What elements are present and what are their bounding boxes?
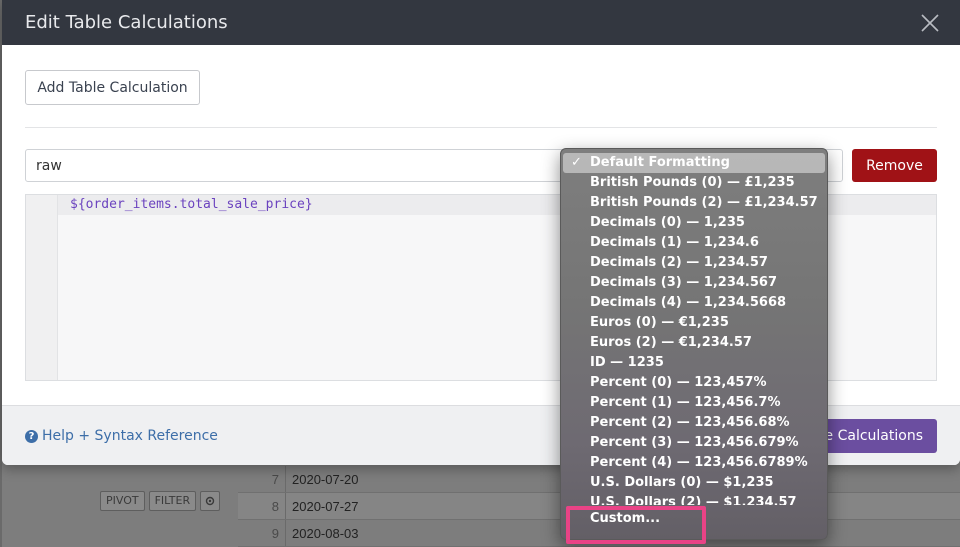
menu-item-label: Default Formatting <box>590 155 730 170</box>
menu-item-euros-0[interactable]: Euros (0) — €1,235 <box>561 313 827 333</box>
menu-item-id[interactable]: ID — 1235 <box>561 353 827 373</box>
menu-item-percent-1[interactable]: Percent (1) — 123,456.7% <box>561 393 827 413</box>
menu-item-us-dollars-2[interactable]: U.S. Dollars (2) — $1,234.57 <box>561 493 827 505</box>
modal-header: Edit Table Calculations <box>2 0 960 45</box>
date-cell: 2020-08-03 <box>292 525 359 541</box>
expression-text[interactable]: ${order_items.total_sale_price} <box>70 197 313 212</box>
menu-item-decimals-2[interactable]: Decimals (2) — 1,234.57 <box>561 253 827 273</box>
help-link-label: Help + Syntax Reference <box>42 428 218 444</box>
filter-chip[interactable]: FILTER <box>148 491 197 511</box>
menu-item-decimals-0[interactable]: Decimals (0) — 1,235 <box>561 213 827 233</box>
format-dropdown-menu[interactable]: ✓ Default Formatting British Pounds (0) … <box>560 148 828 540</box>
menu-item-us-dollars-0[interactable]: U.S. Dollars (0) — $1,235 <box>561 473 827 493</box>
menu-item-euros-2[interactable]: Euros (2) — €1,234.57 <box>561 333 827 353</box>
menu-item-default-formatting[interactable]: ✓ Default Formatting <box>563 153 825 173</box>
editor-gutter <box>26 195 58 380</box>
row-number: 8 <box>238 493 286 519</box>
pivot-chip[interactable]: PIVOT <box>100 491 145 511</box>
row-number: 7 <box>238 466 286 492</box>
date-cell: 2020-07-20 <box>292 471 359 487</box>
menu-item-british-pounds-0[interactable]: British Pounds (0) — £1,235 <box>561 173 827 193</box>
close-icon[interactable] <box>918 11 942 35</box>
row-number: 9 <box>238 520 286 546</box>
menu-item-percent-3[interactable]: Percent (3) — 123,456.679% <box>561 433 827 453</box>
help-icon: ? <box>25 429 38 443</box>
gear-icon[interactable] <box>200 491 221 511</box>
menu-item-decimals-4[interactable]: Decimals (4) — 1,234.5668 <box>561 293 827 313</box>
divider <box>25 127 937 128</box>
date-cell: 2020-07-27 <box>292 498 359 514</box>
menu-item-percent-2[interactable]: Percent (2) — 123,456.68% <box>561 413 827 433</box>
help-syntax-link[interactable]: ? Help + Syntax Reference <box>25 428 218 444</box>
background-toolbar: PIVOT FILTER <box>100 491 221 511</box>
menu-item-custom[interactable]: Custom... <box>561 509 827 529</box>
menu-item-decimals-3[interactable]: Decimals (3) — 1,234.567 <box>561 273 827 293</box>
menu-item-percent-4[interactable]: Percent (4) — 123,456.6789% <box>561 453 827 473</box>
add-table-calculation-button[interactable]: Add Table Calculation <box>25 70 200 105</box>
checkmark-icon: ✓ <box>571 155 582 170</box>
menu-item-percent-0[interactable]: Percent (0) — 123,457% <box>561 373 827 393</box>
menu-item-british-pounds-2[interactable]: British Pounds (2) — £1,234.57 <box>561 193 827 213</box>
menu-item-decimals-1[interactable]: Decimals (1) — 1,234.6 <box>561 233 827 253</box>
modal-title: Edit Table Calculations <box>25 12 228 33</box>
remove-button[interactable]: Remove <box>852 149 937 182</box>
